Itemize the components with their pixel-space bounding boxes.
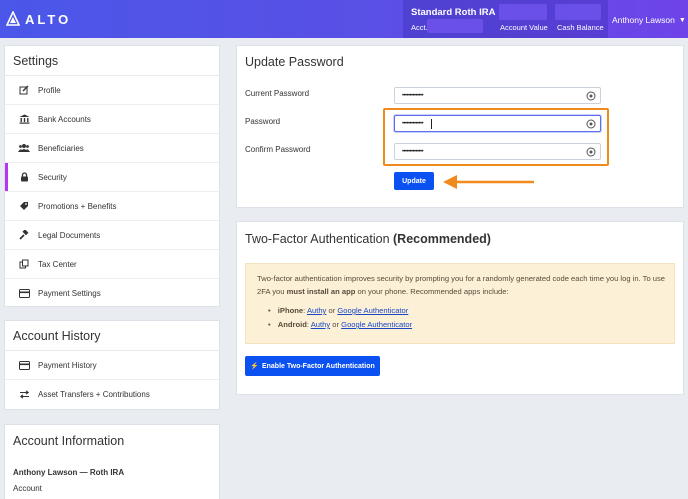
lightning-icon: ⚡ [250,363,259,370]
two-factor-text-bold: must install an app [286,287,356,296]
sidebar-item-payment-history[interactable]: Payment History [5,351,219,380]
copy-icon [18,259,30,269]
gavel-icon [18,230,30,240]
account-information-title: Account Information [13,434,125,448]
lock-icon [18,172,30,182]
two-factor-title: Two-Factor Authentication (Recommended) [245,232,491,246]
sidebar-item-payment-settings[interactable]: Payment Settings [5,279,219,308]
update-button[interactable]: Update [394,172,434,190]
confirm-password-label: Confirm Password [245,145,311,154]
account-number-label: Acct. [411,23,428,32]
google-authenticator-link[interactable]: Google Authenticator [337,306,408,315]
account-label: Account [13,484,42,493]
user-name: Anthony Lawson [612,15,675,25]
enable-two-factor-button[interactable]: ⚡ Enable Two-Factor Authentication [245,356,380,376]
account-information-card: Account Information Anthony Lawson — Rot… [4,424,220,499]
cash-balance-label: Cash Balance [557,23,604,32]
sidebar-item-label: Beneficiaries [38,143,84,153]
recommended-apps-list: iPhone: Authy or Google Authenticator An… [268,304,412,332]
settings-menu: Profile Bank Accounts Beneficiaries Securit… [5,76,219,308]
sidebar-item-beneficiaries[interactable]: Beneficiaries [5,134,219,163]
logo[interactable]: ALTO [6,11,71,27]
alto-logo-icon [6,11,20,26]
exchange-icon [18,390,30,400]
sidebar-item-promotions-benefits[interactable]: Promotions + Benefits [5,192,219,221]
sidebar-item-profile[interactable]: Profile [5,76,219,105]
app-list-item: Android: Authy or Google Authenticator [268,318,412,332]
authy-link[interactable]: Authy [307,306,326,315]
pencil-square-icon [18,85,30,95]
two-factor-text-2: on your phone. Recommended apps include: [357,287,509,296]
redacted-account-value [499,4,547,20]
account-history-card: Account History Payment History Asset Tra… [4,320,220,410]
sidebar-item-legal-documents[interactable]: Legal Documents [5,221,219,250]
users-icon [18,143,30,153]
eye-icon[interactable] [586,91,596,101]
sidebar-item-security[interactable]: Security [5,163,219,192]
password-fields-highlight [383,108,609,166]
two-factor-description: Two-factor authentication improves secur… [257,272,669,298]
bank-icon [18,114,30,124]
sidebar-item-label: Payment History [38,360,97,370]
sidebar-item-label: Legal Documents [38,230,101,240]
update-password-title: Update Password [245,55,344,69]
sidebar-item-bank-accounts[interactable]: Bank Accounts [5,105,219,134]
redacted-cash-balance [555,4,601,20]
current-password-value: •••••••••••••• [402,93,424,99]
sidebar-item-label: Security [38,172,67,182]
redacted-account-number [427,19,483,33]
arrow-left-icon [443,175,534,189]
settings-card: Settings Profile Bank Accounts Beneficiari… [4,45,220,307]
google-authenticator-link[interactable]: Google Authenticator [341,320,412,329]
platform-label: iPhone [277,306,304,315]
sidebar-item-label: Profile [38,85,61,95]
or-text: or [332,320,340,329]
or-text: or [328,306,336,315]
account-holder: Anthony Lawson — Roth IRA [13,468,125,477]
credit-card-icon [18,360,30,370]
user-menu[interactable]: Anthony Lawson ▼ [612,15,686,25]
sidebar-item-label: Promotions + Benefits [38,201,117,211]
logo-text: ALTO [25,11,72,27]
sidebar-item-tax-center[interactable]: Tax Center [5,250,219,279]
account-name: Standard Roth IRA [411,7,496,18]
two-factor-title-emphasis: (Recommended) [393,232,491,246]
current-password-field[interactable]: •••••••••••••• [394,87,601,104]
current-password-label: Current Password [245,89,310,98]
account-summary[interactable]: Standard Roth IRA Acct. Account Value Ca… [403,0,608,38]
tag-icon [18,201,30,211]
account-history-title: Account History [5,321,219,351]
credit-card-icon [18,289,30,299]
sidebar-item-label: Payment Settings [38,289,101,298]
enable-two-factor-label: Enable Two-Factor Authentication [261,362,375,370]
two-factor-title-text: Two-Factor Authentication [245,232,390,246]
platform-label: Android [277,320,307,329]
account-value-label: Account Value [500,23,548,32]
two-factor-info-alert: Two-factor authentication improves secur… [245,263,675,344]
sidebar-item-label: Tax Center [38,259,77,269]
sidebar-item-label: Asset Transfers + Contributions [38,390,150,399]
password-label: Password [245,117,281,126]
authy-link[interactable]: Authy [311,320,330,329]
app-list-item: iPhone: Authy or Google Authenticator [268,304,412,318]
top-bar: ALTO Standard Roth IRA Acct. Account Val… [0,0,688,38]
settings-title: Settings [5,46,219,76]
two-factor-card: Two-Factor Authentication (Recommended) … [236,221,684,395]
sidebar-item-asset-transfers-contributions[interactable]: Asset Transfers + Contributions [5,380,219,409]
caret-down-icon: ▼ [678,16,686,24]
account-history-menu: Payment History Asset Transfers + Contrib… [5,351,219,409]
sidebar-item-label: Bank Accounts [38,114,91,124]
